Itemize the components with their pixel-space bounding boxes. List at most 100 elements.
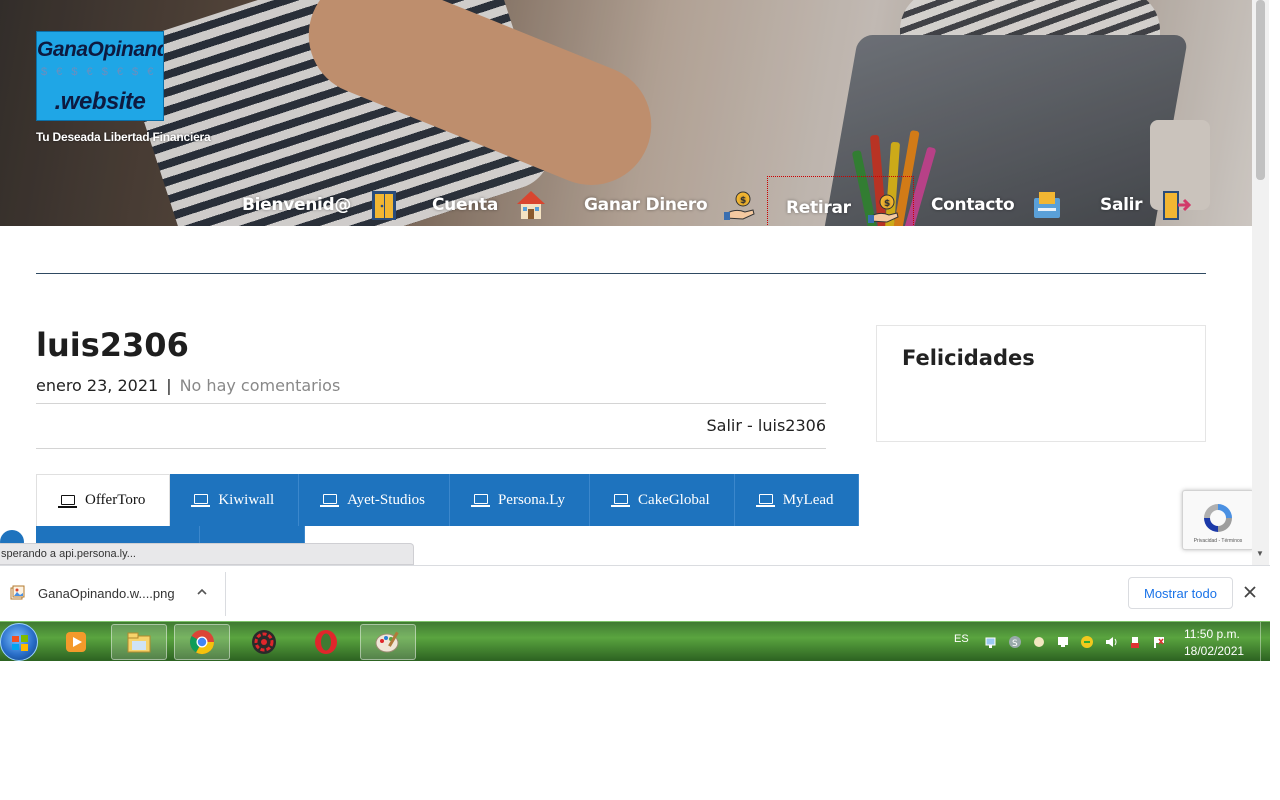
exit-door-icon bbox=[1163, 191, 1192, 220]
nav-label: Cuenta bbox=[432, 195, 499, 215]
tab-label: MyLead bbox=[782, 491, 834, 508]
tab-persona-ly[interactable]: Persona.Ly bbox=[449, 474, 591, 526]
download-item[interactable]: GanaOpinando.w....png bbox=[0, 572, 226, 616]
nav-item-cuenta[interactable]: Cuenta bbox=[432, 180, 548, 226]
content-rule-top bbox=[36, 403, 826, 404]
skype-tray-icon[interactable]: S bbox=[1008, 635, 1022, 649]
start-button[interactable] bbox=[0, 623, 38, 661]
logo-text-line2: .website bbox=[54, 88, 146, 115]
logout-separator: - bbox=[741, 416, 758, 435]
logo-coins-pattern: $ € $ € $ € $ € bbox=[41, 66, 157, 78]
nav-item-ganar-dinero[interactable]: Ganar Dinero $ bbox=[584, 180, 757, 226]
laptop-icon bbox=[191, 494, 211, 507]
image-file-icon bbox=[10, 585, 25, 600]
nav-item-retirar[interactable]: Retirar $ bbox=[767, 176, 914, 226]
taskbar-file-explorer[interactable] bbox=[111, 624, 167, 660]
post-date[interactable]: enero 23, 2021 bbox=[36, 376, 158, 395]
nav-label: Bienvenid@ bbox=[242, 195, 352, 215]
app-tray-icon[interactable] bbox=[1032, 635, 1046, 649]
opera-icon bbox=[315, 630, 337, 654]
show-desktop-button[interactable] bbox=[1260, 622, 1270, 662]
nav-item-salir[interactable]: Salir bbox=[1100, 180, 1192, 226]
windows-logo-icon bbox=[12, 635, 28, 651]
laptop-icon bbox=[320, 494, 340, 507]
show-all-downloads-button[interactable]: Mostrar todo bbox=[1128, 577, 1233, 609]
taskbar-chrome[interactable] bbox=[174, 624, 230, 660]
monitor-tray-icon[interactable] bbox=[1056, 635, 1070, 649]
tab-cakeglobal[interactable]: CakeGlobal bbox=[590, 474, 735, 526]
main-nav: Bienvenid@ Cuenta Ganar Dinero $ Retirar… bbox=[0, 176, 1252, 226]
tab-label: Persona.Ly bbox=[497, 491, 566, 508]
tab-label: OfferToro bbox=[85, 492, 146, 508]
house-icon bbox=[517, 191, 546, 219]
nav-item-bienvenido[interactable]: Bienvenid@ bbox=[242, 180, 401, 226]
logout-line: Salir - luis2306 bbox=[707, 416, 826, 435]
offerwall-tabs: OfferToro Kiwiwall Ayet-Studios Persona.… bbox=[36, 474, 859, 526]
laptop-icon bbox=[470, 494, 490, 507]
clock-time[interactable]: 11:50 p.m. bbox=[1184, 627, 1240, 641]
taskbar-media-player[interactable] bbox=[48, 624, 104, 660]
tab-label: CakeGlobal bbox=[638, 491, 710, 508]
site-logo[interactable]: GanaOpinando $ € $ € $ € $ € .website bbox=[36, 31, 164, 121]
section-divider bbox=[36, 273, 1206, 274]
nav-item-contacto[interactable]: Contacto bbox=[931, 180, 1064, 226]
tab-mylead[interactable]: MyLead bbox=[734, 474, 859, 526]
windows-taskbar: ES S 11:50 p.m. 18/02/2021 bbox=[0, 621, 1270, 662]
post-meta: enero 23, 2021 | No hay comentarios bbox=[36, 376, 340, 395]
taskbar-paint[interactable] bbox=[360, 624, 416, 660]
taskbar-red-gear-app[interactable] bbox=[236, 624, 292, 660]
post-title: luis2306 bbox=[36, 326, 189, 364]
chrome-icon bbox=[189, 630, 214, 655]
content-rule-bottom bbox=[36, 448, 826, 449]
laptop-icon bbox=[611, 494, 631, 507]
contact-icon bbox=[1034, 192, 1061, 218]
network-tray-icon[interactable] bbox=[984, 635, 998, 649]
svg-text:S: S bbox=[1012, 639, 1018, 649]
safely-remove-icon[interactable] bbox=[1128, 635, 1142, 649]
nav-label: Ganar Dinero bbox=[584, 195, 708, 215]
laptop-icon bbox=[58, 494, 77, 508]
logout-link[interactable]: Salir bbox=[707, 416, 742, 435]
media-player-icon bbox=[66, 632, 86, 652]
action-center-flag-icon[interactable] bbox=[1152, 635, 1166, 649]
laptop-icon bbox=[755, 494, 775, 507]
download-file-name: GanaOpinando.w....png bbox=[38, 586, 175, 601]
clock-date[interactable]: 18/02/2021 bbox=[1184, 644, 1244, 658]
scrollbar-thumb[interactable] bbox=[1256, 0, 1265, 180]
language-indicator[interactable]: ES bbox=[954, 633, 969, 645]
hero-header: GanaOpinando $ € $ € $ € $ € .website Tu… bbox=[0, 0, 1252, 226]
taskbar-opera[interactable] bbox=[298, 624, 354, 660]
tab-label: Ayet-Studios bbox=[347, 491, 425, 508]
logout-username: luis2306 bbox=[757, 416, 826, 435]
browser-viewport: GanaOpinando $ € $ € $ € $ € .website Tu… bbox=[0, 0, 1270, 565]
tab-ayet-studios[interactable]: Ayet-Studios bbox=[299, 474, 450, 526]
paint-icon bbox=[375, 631, 399, 653]
sidebar-title: Felicidades bbox=[902, 346, 1035, 370]
svg-text:$: $ bbox=[884, 199, 890, 209]
tab-offertoro[interactable]: OfferToro bbox=[36, 474, 171, 526]
scroll-down-arrow-icon[interactable]: ▼ bbox=[1256, 549, 1264, 558]
recaptcha-links[interactable]: Privacidad - Términos bbox=[1183, 538, 1253, 544]
tab-label: Kiwiwall bbox=[218, 491, 275, 508]
comments-link[interactable]: No hay comentarios bbox=[180, 376, 341, 395]
shield-tray-icon[interactable] bbox=[1080, 635, 1094, 649]
chevron-up-icon[interactable] bbox=[195, 585, 209, 599]
download-shelf: GanaOpinando.w....png Mostrar todo bbox=[0, 565, 1270, 621]
svg-text:$: $ bbox=[740, 196, 746, 206]
door-icon bbox=[372, 191, 397, 220]
close-icon[interactable] bbox=[1243, 585, 1257, 599]
logo-text-line1: GanaOpinando bbox=[37, 38, 163, 61]
recaptcha-icon bbox=[1204, 504, 1232, 532]
money-hand-icon: $ bbox=[724, 191, 755, 220]
money-hand-icon: $ bbox=[867, 194, 899, 223]
tab-kiwiwall[interactable]: Kiwiwall bbox=[170, 474, 300, 526]
sidebar-widget: Felicidades bbox=[876, 325, 1206, 442]
recaptcha-badge[interactable]: Privacidad - Términos bbox=[1182, 490, 1254, 550]
nav-label: Retirar bbox=[786, 197, 851, 218]
volume-icon[interactable] bbox=[1104, 635, 1118, 649]
nav-label: Contacto bbox=[931, 195, 1015, 215]
browser-status-bubble: sperando a api.persona.ly... bbox=[0, 543, 414, 565]
red-gear-app-icon bbox=[252, 630, 276, 654]
page-scrollbar[interactable]: ▼ bbox=[1252, 0, 1269, 565]
system-tray: ES S 11:50 p.m. 18/02/2021 bbox=[950, 622, 1270, 662]
